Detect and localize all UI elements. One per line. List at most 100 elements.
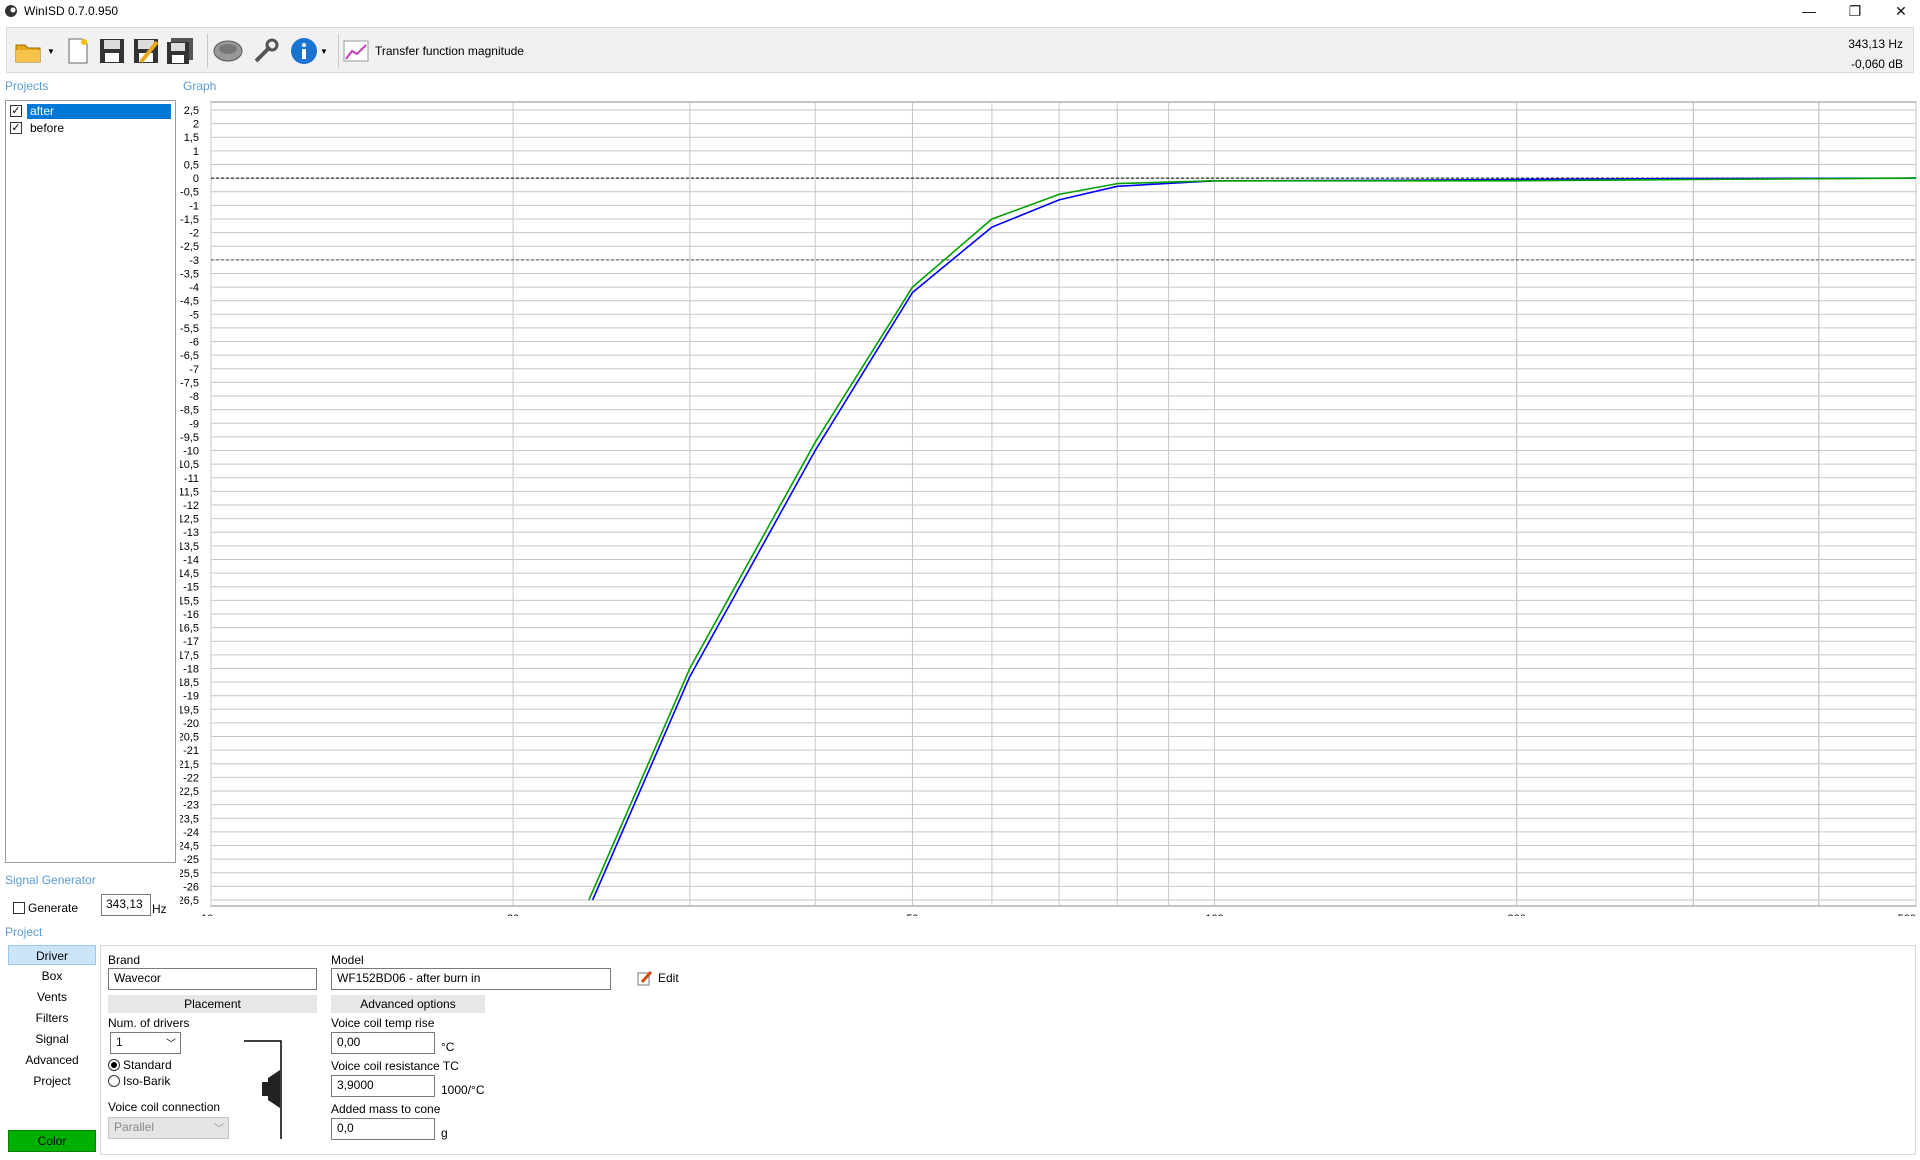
toolbar: ▼ ▼ Transfer function magnitude 343,13 H… xyxy=(6,27,1914,73)
save-icon xyxy=(100,39,124,63)
y-tick-label: -2 xyxy=(189,228,199,240)
graph-area[interactable]: 2,5 21,5 10,5 0 -0,5-1 -1,5 -2-2,5 -3-3,5 -4 -4,5… xyxy=(180,96,1918,916)
tools-button[interactable] xyxy=(249,34,283,68)
new-document-icon xyxy=(68,38,88,64)
brand-field[interactable]: Wavecor xyxy=(108,968,317,990)
y-tick-label: 1,5 xyxy=(184,132,199,144)
toolbar-separator xyxy=(207,34,208,68)
y-tick-label: -7 xyxy=(189,364,199,376)
y-tick-label: -23 xyxy=(183,800,199,812)
vc-temp-unit: °C xyxy=(441,1040,455,1054)
project-item-after[interactable]: ✓ after xyxy=(10,103,176,119)
y-tick-label: -14,5 xyxy=(180,568,199,580)
model-field[interactable]: WF152BD06 - after burn in xyxy=(331,968,611,990)
standard-radio[interactable] xyxy=(108,1059,120,1071)
generate-checkbox-row[interactable]: Generate xyxy=(13,901,78,915)
vc-connection-label: Voice coil connection xyxy=(108,1100,221,1114)
project-label-before[interactable]: before xyxy=(27,121,67,136)
signal-frequency-input[interactable]: 343,13 xyxy=(101,894,151,916)
y-tick-label: -13,5 xyxy=(180,541,199,553)
save-all-icon xyxy=(167,38,193,64)
chevron-down-icon: ﹀ xyxy=(214,1124,224,1135)
x-tick-label: 200 xyxy=(1507,913,1525,916)
x-tick-label: 50 xyxy=(906,913,918,916)
added-mass-field[interactable]: 0,0 xyxy=(331,1118,435,1140)
nav-advanced[interactable]: Advanced xyxy=(8,1050,96,1070)
project-label-after[interactable]: after xyxy=(27,103,171,119)
y-tick-label: -8,5 xyxy=(180,405,199,417)
x-tick-label: 100 xyxy=(1205,913,1223,916)
info-button[interactable]: ▼ xyxy=(287,34,331,68)
color-button[interactable]: Color xyxy=(8,1130,96,1152)
y-tick-label: -3 xyxy=(189,255,199,267)
driver-button[interactable] xyxy=(211,34,245,68)
y-tick-label: -5 xyxy=(189,309,199,321)
edit-label: Edit xyxy=(658,971,679,985)
isobarik-radio-row[interactable]: Iso-Barik xyxy=(108,1074,170,1088)
minimize-button[interactable]: — xyxy=(1786,0,1832,24)
save-button[interactable] xyxy=(97,34,127,68)
y-axis-labels: 2,5 21,5 10,5 0 -0,5-1 -1,5 -2-2,5 -3-3,5 -4 -4,5… xyxy=(180,105,199,907)
info-icon xyxy=(291,38,318,64)
generate-checkbox[interactable] xyxy=(13,902,25,914)
y-tick-label: -25 xyxy=(183,854,199,866)
title-bar: WinISD 0.7.0.950 — ❐ ✕ xyxy=(0,0,1920,24)
y-tick-label: -6,5 xyxy=(180,350,199,362)
x-axis-labels: 10 20 50 100 200 500 xyxy=(201,913,1916,916)
plot-frame xyxy=(210,101,1917,907)
y-tick-label: -11 xyxy=(184,473,199,485)
cursor-readout: 343,13 Hz -0,060 dB xyxy=(1848,34,1903,74)
save-as-button[interactable] xyxy=(131,34,161,68)
y-tick-label: -4,5 xyxy=(180,296,199,308)
y-tick-label: -13 xyxy=(183,527,199,539)
graph-type-selector[interactable]: Transfer function magnitude xyxy=(343,34,543,68)
y-tick-label: -10 xyxy=(183,446,199,458)
y-tick-label: -22,5 xyxy=(180,786,199,798)
project-checkbox-before[interactable]: ✓ xyxy=(10,122,22,134)
y-tick-label: -10,5 xyxy=(180,459,199,471)
y-tick-label: -8 xyxy=(189,391,199,403)
nav-vents[interactable]: Vents xyxy=(8,987,96,1007)
project-checkbox-after[interactable]: ✓ xyxy=(10,105,22,117)
nav-project[interactable]: Project xyxy=(8,1071,96,1091)
y-tick-label: -17,5 xyxy=(180,650,199,662)
y-tick-label: -22 xyxy=(183,772,199,784)
signal-generator-heading: Signal Generator xyxy=(5,873,96,887)
project-heading: Project xyxy=(5,925,43,939)
dropdown-arrow-icon[interactable]: ▼ xyxy=(320,47,328,56)
standard-radio-row[interactable]: Standard xyxy=(108,1058,172,1072)
y-tick-label: -1 xyxy=(189,200,199,212)
y-tick-label: -4 xyxy=(189,282,199,294)
y-tick-label: -19,5 xyxy=(180,704,199,716)
graph-icon xyxy=(343,40,369,62)
y-tick-label: -18 xyxy=(183,663,199,675)
nav-signal[interactable]: Signal xyxy=(8,1029,96,1049)
y-tick-label: -12 xyxy=(183,500,199,512)
vc-tc-unit: 1000/°C xyxy=(441,1083,485,1097)
edit-button[interactable]: Edit xyxy=(637,970,679,986)
driver-placement-diagram xyxy=(244,1040,282,1139)
new-button[interactable] xyxy=(63,34,93,68)
num-drivers-label: Num. of drivers xyxy=(108,1016,190,1030)
dropdown-arrow-icon[interactable]: ▼ xyxy=(47,47,55,56)
y-tick-label: -12,5 xyxy=(180,514,199,526)
isobarik-radio[interactable] xyxy=(108,1075,120,1087)
save-all-button[interactable] xyxy=(165,34,195,68)
nav-filters[interactable]: Filters xyxy=(8,1008,96,1028)
y-tick-label: -7,5 xyxy=(180,377,199,389)
vc-temp-field[interactable]: 0,00 xyxy=(331,1032,435,1054)
x-tick-label: 20 xyxy=(507,913,519,916)
nav-driver[interactable]: Driver xyxy=(8,945,96,965)
y-tick-label: -9 xyxy=(189,418,199,430)
vc-temp-label: Voice coil temp rise xyxy=(331,1016,435,1030)
y-tick-label: -24 xyxy=(183,827,199,839)
vc-tc-field[interactable]: 3,9000 xyxy=(331,1075,435,1097)
y-tick-label: -23,5 xyxy=(180,813,199,825)
restore-button[interactable]: ❐ xyxy=(1832,0,1878,24)
open-button[interactable]: ▼ xyxy=(13,34,57,68)
project-item-before[interactable]: ✓ before xyxy=(10,120,176,136)
brand-label: Brand xyxy=(108,953,141,967)
num-drivers-select[interactable]: 1 ﹀ xyxy=(110,1032,181,1054)
nav-box[interactable]: Box xyxy=(8,966,96,986)
close-button[interactable]: ✕ xyxy=(1878,0,1920,24)
